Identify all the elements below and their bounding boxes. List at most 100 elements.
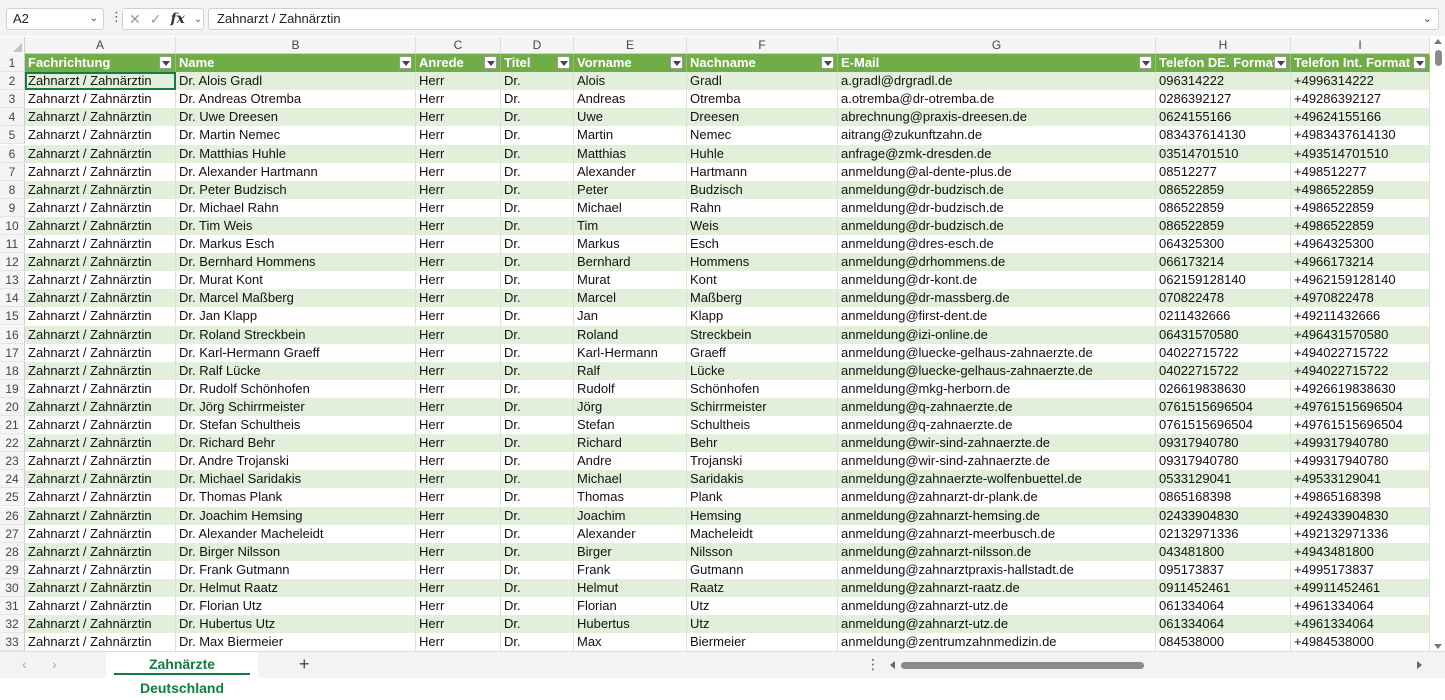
table-cell[interactable]: Zahnarzt / Zahnärztin bbox=[25, 198, 176, 217]
table-cell[interactable]: Dr. bbox=[501, 307, 574, 326]
table-cell[interactable]: +49286392127 bbox=[1291, 90, 1430, 109]
table-cell[interactable]: Herr bbox=[416, 72, 501, 91]
table-cell[interactable]: Dr. Hubertus Utz bbox=[176, 615, 416, 634]
table-cell[interactable]: Dr. bbox=[501, 198, 574, 217]
table-cell[interactable]: Frank bbox=[574, 560, 687, 579]
sheet-tab-zahnaerzte[interactable]: Zahnärzte Deutschland bbox=[106, 652, 258, 696]
table-cell[interactable]: Herr bbox=[416, 434, 501, 453]
table-cell[interactable]: Tim bbox=[574, 216, 687, 235]
header-cell[interactable]: Titel bbox=[501, 54, 574, 73]
table-cell[interactable]: Michael bbox=[574, 198, 687, 217]
check-icon[interactable]: ✓ bbox=[150, 11, 162, 28]
table-cell[interactable]: +49761515696504 bbox=[1291, 416, 1430, 435]
table-cell[interactable]: Dr. Stefan Schultheis bbox=[176, 416, 416, 435]
table-cell[interactable]: +49911452461 bbox=[1291, 578, 1430, 597]
table-cell[interactable]: Raatz bbox=[687, 578, 838, 597]
table-cell[interactable]: Zahnarzt / Zahnärztin bbox=[25, 578, 176, 597]
chevron-down-icon[interactable]: ⌄ bbox=[90, 9, 98, 29]
table-cell[interactable]: Dr. Jan Klapp bbox=[176, 307, 416, 326]
scroll-left-icon[interactable] bbox=[890, 661, 895, 669]
table-cell[interactable]: Michael bbox=[574, 470, 687, 489]
table-cell[interactable]: Hommens bbox=[687, 253, 838, 272]
table-cell[interactable]: Zahnarzt / Zahnärztin bbox=[25, 434, 176, 453]
table-cell[interactable]: Dr. Birger Nilsson bbox=[176, 542, 416, 561]
table-cell[interactable]: +4970822478 bbox=[1291, 289, 1430, 308]
table-cell[interactable]: Plank bbox=[687, 488, 838, 507]
table-cell[interactable]: Herr bbox=[416, 416, 501, 435]
formula-input[interactable]: Zahnarzt / Zahnärztin ⌄ bbox=[208, 8, 1439, 30]
table-cell[interactable]: Trojanski bbox=[687, 452, 838, 471]
table-cell[interactable]: Bernhard bbox=[574, 253, 687, 272]
vertical-scroll-thumb[interactable] bbox=[1435, 50, 1442, 66]
table-cell[interactable]: Zahnarzt / Zahnärztin bbox=[25, 289, 176, 308]
table-cell[interactable]: Dr. bbox=[501, 416, 574, 435]
filter-dropdown-icon[interactable] bbox=[399, 56, 412, 69]
table-cell[interactable]: Birger bbox=[574, 542, 687, 561]
table-cell[interactable]: +499317940780 bbox=[1291, 434, 1430, 453]
table-cell[interactable]: Marcel bbox=[574, 289, 687, 308]
table-cell[interactable]: 062159128140 bbox=[1156, 271, 1291, 290]
table-cell[interactable]: Herr bbox=[416, 307, 501, 326]
table-cell[interactable]: Joachim bbox=[574, 506, 687, 525]
table-cell[interactable]: Max bbox=[574, 633, 687, 651]
table-cell[interactable]: +4961334064 bbox=[1291, 597, 1430, 616]
table-cell[interactable]: Herr bbox=[416, 271, 501, 290]
table-cell[interactable]: Graeff bbox=[687, 343, 838, 362]
table-cell[interactable]: Rahn bbox=[687, 198, 838, 217]
table-cell[interactable]: Matthias bbox=[574, 144, 687, 163]
table-cell[interactable]: Dr. Max Biermeier bbox=[176, 633, 416, 651]
row-number[interactable]: 17 bbox=[0, 343, 25, 362]
next-sheet-icon[interactable]: › bbox=[52, 656, 57, 672]
row-number[interactable]: 19 bbox=[0, 379, 25, 398]
table-cell[interactable]: Dr. Richard Behr bbox=[176, 434, 416, 453]
table-cell[interactable]: Dr. bbox=[501, 144, 574, 163]
table-cell[interactable]: 0533129041 bbox=[1156, 470, 1291, 489]
table-cell[interactable]: Dr. bbox=[501, 289, 574, 308]
table-cell[interactable]: Dr. Andre Trojanski bbox=[176, 452, 416, 471]
table-cell[interactable]: 0286392127 bbox=[1156, 90, 1291, 109]
row-number[interactable]: 30 bbox=[0, 578, 25, 597]
row-number[interactable]: 12 bbox=[0, 253, 25, 272]
row-number[interactable]: 15 bbox=[0, 307, 25, 326]
row-number[interactable]: 2 bbox=[0, 72, 25, 91]
table-cell[interactable]: Hemsing bbox=[687, 506, 838, 525]
table-cell[interactable]: Zahnarzt / Zahnärztin bbox=[25, 452, 176, 471]
table-cell[interactable]: Alois bbox=[574, 72, 687, 91]
table-cell[interactable]: Zahnarzt / Zahnärztin bbox=[25, 108, 176, 127]
table-cell[interactable]: Stefan bbox=[574, 416, 687, 435]
table-cell[interactable]: Herr bbox=[416, 126, 501, 145]
insert-function-icon[interactable]: fx bbox=[170, 11, 184, 27]
table-cell[interactable]: Jörg bbox=[574, 397, 687, 416]
table-cell[interactable]: +4983437614130 bbox=[1291, 126, 1430, 145]
table-cell[interactable]: 083437614130 bbox=[1156, 126, 1291, 145]
table-cell[interactable]: Dr. bbox=[501, 578, 574, 597]
table-cell[interactable]: Herr bbox=[416, 289, 501, 308]
row-number[interactable]: 13 bbox=[0, 271, 25, 290]
table-cell[interactable]: Zahnarzt / Zahnärztin bbox=[25, 144, 176, 163]
row-number[interactable]: 14 bbox=[0, 289, 25, 308]
table-cell[interactable]: 04022715722 bbox=[1156, 343, 1291, 362]
table-cell[interactable]: Herr bbox=[416, 108, 501, 127]
table-cell[interactable]: Zahnarzt / Zahnärztin bbox=[25, 343, 176, 362]
table-cell[interactable]: Herr bbox=[416, 615, 501, 634]
filter-dropdown-icon[interactable] bbox=[557, 56, 570, 69]
table-cell[interactable]: Dr. bbox=[501, 379, 574, 398]
table-cell[interactable]: Nemec bbox=[687, 126, 838, 145]
header-cell[interactable]: Telefon Int. Format bbox=[1291, 54, 1430, 73]
table-cell[interactable]: Herr bbox=[416, 488, 501, 507]
table-cell[interactable]: +4986522859 bbox=[1291, 180, 1430, 199]
table-cell[interactable]: Dr. Michael Saridakis bbox=[176, 470, 416, 489]
table-cell[interactable]: Zahnarzt / Zahnärztin bbox=[25, 597, 176, 616]
table-cell[interactable]: Dr. Tim Weis bbox=[176, 216, 416, 235]
row-number[interactable]: 1 bbox=[0, 54, 25, 73]
table-cell[interactable]: +4984538000 bbox=[1291, 633, 1430, 651]
table-cell[interactable]: Dr. Alexander Hartmann bbox=[176, 162, 416, 181]
filter-dropdown-icon[interactable] bbox=[159, 56, 172, 69]
table-cell[interactable]: Dr. bbox=[501, 235, 574, 254]
table-cell[interactable]: anmeldung@izi-online.de bbox=[838, 325, 1156, 344]
table-cell[interactable]: Dr. Markus Esch bbox=[176, 235, 416, 254]
header-cell[interactable]: E-Mail bbox=[838, 54, 1156, 73]
table-cell[interactable]: 0211432666 bbox=[1156, 307, 1291, 326]
table-cell[interactable]: Dr. bbox=[501, 615, 574, 634]
table-cell[interactable]: +4943481800 bbox=[1291, 542, 1430, 561]
